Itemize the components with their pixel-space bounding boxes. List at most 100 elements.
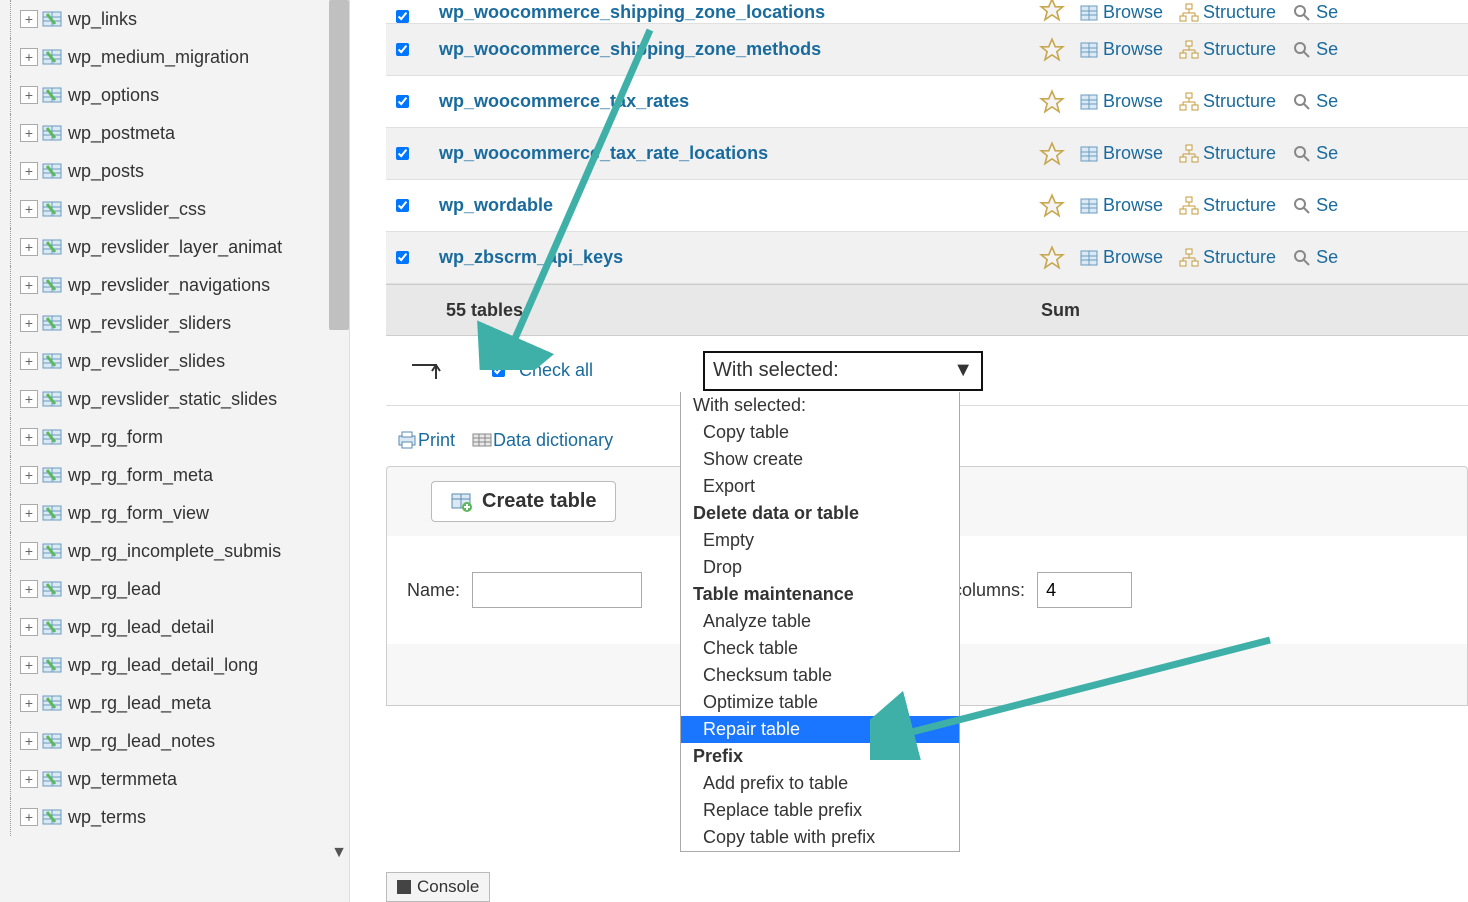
search-action[interactable]: Se — [1292, 2, 1338, 23]
dropdown-option[interactable]: Check table — [681, 635, 959, 662]
dropdown-option[interactable]: Checksum table — [681, 662, 959, 689]
expand-icon[interactable]: + — [20, 428, 38, 446]
check-all-label[interactable]: Check all — [519, 360, 593, 381]
favorite-star-icon[interactable] — [1039, 193, 1065, 219]
structure-action[interactable]: Structure — [1179, 2, 1276, 23]
sidebar-item[interactable]: +wp_revslider_sliders — [10, 304, 349, 342]
sidebar-item[interactable]: +wp_rg_form — [10, 418, 349, 456]
browse-action[interactable]: Browse — [1079, 39, 1163, 60]
table-name-link[interactable]: wp_woocommerce_shipping_zone_locations — [439, 2, 1039, 23]
sidebar-item[interactable]: +wp_rg_lead_detail_long — [10, 646, 349, 684]
expand-icon[interactable]: + — [20, 276, 38, 294]
sidebar-item[interactable]: +wp_rg_lead — [10, 570, 349, 608]
dropdown-option[interactable]: Add prefix to table — [681, 770, 959, 797]
expand-icon[interactable]: + — [20, 124, 38, 142]
sidebar-item[interactable]: +wp_posts — [10, 152, 349, 190]
with-selected-dropdown[interactable]: With selected: ▼ — [703, 351, 983, 391]
scroll-down-arrow[interactable]: ▼ — [331, 844, 347, 862]
dropdown-option[interactable]: Drop — [681, 554, 959, 581]
sidebar-item[interactable]: +wp_rg_lead_detail — [10, 608, 349, 646]
expand-icon[interactable]: + — [20, 10, 38, 28]
expand-icon[interactable]: + — [20, 314, 38, 332]
expand-icon[interactable]: + — [20, 390, 38, 408]
sidebar-item[interactable]: +wp_options — [10, 76, 349, 114]
expand-icon[interactable]: + — [20, 656, 38, 674]
structure-action[interactable]: Structure — [1179, 195, 1276, 216]
print-link[interactable]: Print — [396, 429, 455, 451]
dropdown-option[interactable]: Copy table — [681, 419, 959, 446]
dropdown-option[interactable]: Export — [681, 473, 959, 500]
sidebar-item[interactable]: +wp_rg_incomplete_submis — [10, 532, 349, 570]
table-name-link[interactable]: wp_woocommerce_shipping_zone_methods — [439, 39, 1039, 60]
sidebar-item[interactable]: +wp_medium_migration — [10, 38, 349, 76]
expand-icon[interactable]: + — [20, 162, 38, 180]
expand-icon[interactable]: + — [20, 618, 38, 636]
expand-icon[interactable]: + — [20, 352, 38, 370]
expand-icon[interactable]: + — [20, 580, 38, 598]
create-table-button[interactable]: Create table — [431, 481, 616, 522]
sidebar-item[interactable]: +wp_revslider_layer_animat — [10, 228, 349, 266]
sidebar-item[interactable]: +wp_rg_form_meta — [10, 456, 349, 494]
browse-action[interactable]: Browse — [1079, 91, 1163, 112]
expand-icon[interactable]: + — [20, 86, 38, 104]
sidebar-item[interactable]: +wp_rg_lead_notes — [10, 722, 349, 760]
expand-icon[interactable]: + — [20, 48, 38, 66]
sidebar-item[interactable]: +wp_rg_form_view — [10, 494, 349, 532]
dropdown-option[interactable]: Copy table with prefix — [681, 824, 959, 851]
table-name-link[interactable]: wp_woocommerce_tax_rate_locations — [439, 143, 1039, 164]
columns-input[interactable] — [1037, 572, 1132, 608]
dropdown-option[interactable]: With selected: — [681, 392, 959, 419]
sidebar-item[interactable]: +wp_revslider_navigations — [10, 266, 349, 304]
structure-action[interactable]: Structure — [1179, 143, 1276, 164]
favorite-star-icon[interactable] — [1039, 245, 1065, 271]
browse-action[interactable]: Browse — [1079, 247, 1163, 268]
sidebar-item[interactable]: +wp_revslider_slides — [10, 342, 349, 380]
structure-action[interactable]: Structure — [1179, 91, 1276, 112]
dropdown-option[interactable]: Repair table — [681, 716, 959, 743]
console-button[interactable]: Console — [386, 872, 490, 902]
sidebar-item[interactable]: +wp_revslider_static_slides — [10, 380, 349, 418]
search-action[interactable]: Se — [1292, 39, 1338, 60]
expand-icon[interactable]: + — [20, 466, 38, 484]
browse-action[interactable]: Browse — [1079, 2, 1163, 23]
sidebar-item[interactable]: +wp_rg_lead_meta — [10, 684, 349, 722]
search-action[interactable]: Se — [1292, 195, 1338, 216]
search-action[interactable]: Se — [1292, 247, 1338, 268]
expand-icon[interactable]: + — [20, 732, 38, 750]
expand-icon[interactable]: + — [20, 542, 38, 560]
scrollbar-thumb[interactable] — [329, 0, 349, 330]
browse-action[interactable]: Browse — [1079, 195, 1163, 216]
favorite-star-icon[interactable] — [1039, 37, 1065, 63]
data-dictionary-link[interactable]: Data dictionary — [471, 429, 613, 451]
expand-icon[interactable]: + — [20, 770, 38, 788]
favorite-star-icon[interactable] — [1039, 141, 1065, 167]
expand-icon[interactable]: + — [20, 200, 38, 218]
dropdown-option[interactable]: Show create — [681, 446, 959, 473]
sidebar-item[interactable]: +wp_revslider_css — [10, 190, 349, 228]
favorite-star-icon[interactable] — [1039, 0, 1065, 23]
browse-action[interactable]: Browse — [1079, 143, 1163, 164]
sidebar-item[interactable]: +wp_postmeta — [10, 114, 349, 152]
row-checkbox[interactable] — [396, 147, 409, 160]
sidebar-item[interactable]: +wp_termmeta — [10, 760, 349, 798]
row-checkbox[interactable] — [396, 199, 409, 212]
sidebar-item[interactable]: +wp_links — [10, 0, 349, 38]
favorite-star-icon[interactable] — [1039, 89, 1065, 115]
expand-icon[interactable]: + — [20, 238, 38, 256]
structure-action[interactable]: Structure — [1179, 39, 1276, 60]
row-checkbox[interactable] — [396, 251, 409, 264]
search-action[interactable]: Se — [1292, 91, 1338, 112]
table-name-link[interactable]: wp_zbscrm_api_keys — [439, 247, 1039, 268]
expand-icon[interactable]: + — [20, 694, 38, 712]
row-checkbox[interactable] — [396, 10, 409, 23]
search-action[interactable]: Se — [1292, 143, 1338, 164]
row-checkbox[interactable] — [396, 43, 409, 56]
dropdown-option[interactable]: Replace table prefix — [681, 797, 959, 824]
dropdown-option[interactable]: Analyze table — [681, 608, 959, 635]
dropdown-option[interactable]: Optimize table — [681, 689, 959, 716]
expand-icon[interactable]: + — [20, 504, 38, 522]
expand-icon[interactable]: + — [20, 808, 38, 826]
row-checkbox[interactable] — [396, 95, 409, 108]
table-name-link[interactable]: wp_wordable — [439, 195, 1039, 216]
dropdown-option[interactable]: Empty — [681, 527, 959, 554]
